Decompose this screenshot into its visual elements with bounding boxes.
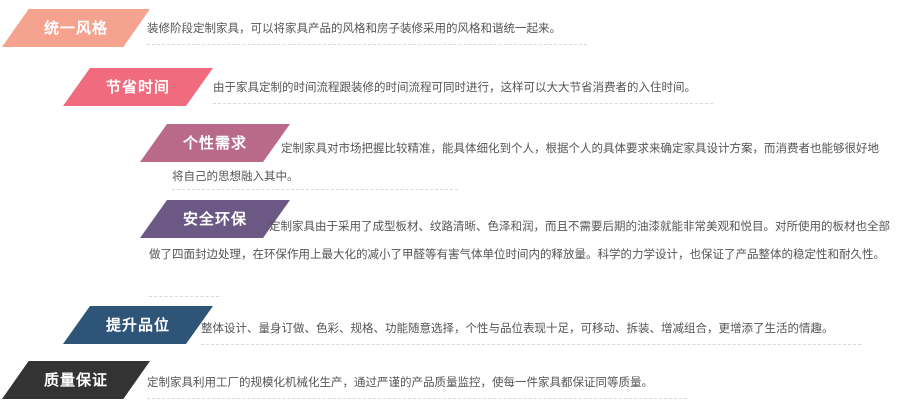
divider bbox=[201, 344, 861, 345]
divider bbox=[213, 103, 713, 104]
feature-tag: 质量保证 bbox=[2, 361, 150, 399]
feature-description: 由于家具定制的时间流程跟装修的时间流程可同时进行，这样可以大大节省消费者的入住时… bbox=[213, 80, 696, 94]
divider bbox=[147, 44, 587, 45]
feature-description: 装修阶段定制家具，可以将家具产品的风格和房子装修采用的风格和谐统一起来。 bbox=[147, 21, 561, 35]
feature-description: 定制家具利用工厂的规模化机械化生产，通过严谨的产品质量监控，使每一件家具都保证同… bbox=[147, 375, 653, 389]
feature-description: 整体设计、量身订做、色彩、规格、功能随意选择，个性与品位表现十足，可移动、拆装、… bbox=[201, 321, 834, 335]
divider bbox=[147, 398, 687, 399]
feature-tag: 统一风格 bbox=[2, 9, 150, 47]
divider bbox=[149, 296, 219, 297]
feature-tag: 提升品位 bbox=[63, 306, 213, 344]
feature-description: 定制家具由于采用了成型板材、纹路清晰、色泽和润，而且不需要后期的油漆就能非常美观… bbox=[149, 219, 890, 261]
feature-description: 定制家具对市场把握比较精准，能具体细化到个人，根据个人的具体要求来确定家具设计方… bbox=[172, 141, 879, 183]
feature-tag: 节省时间 bbox=[63, 68, 213, 106]
divider bbox=[172, 189, 458, 190]
